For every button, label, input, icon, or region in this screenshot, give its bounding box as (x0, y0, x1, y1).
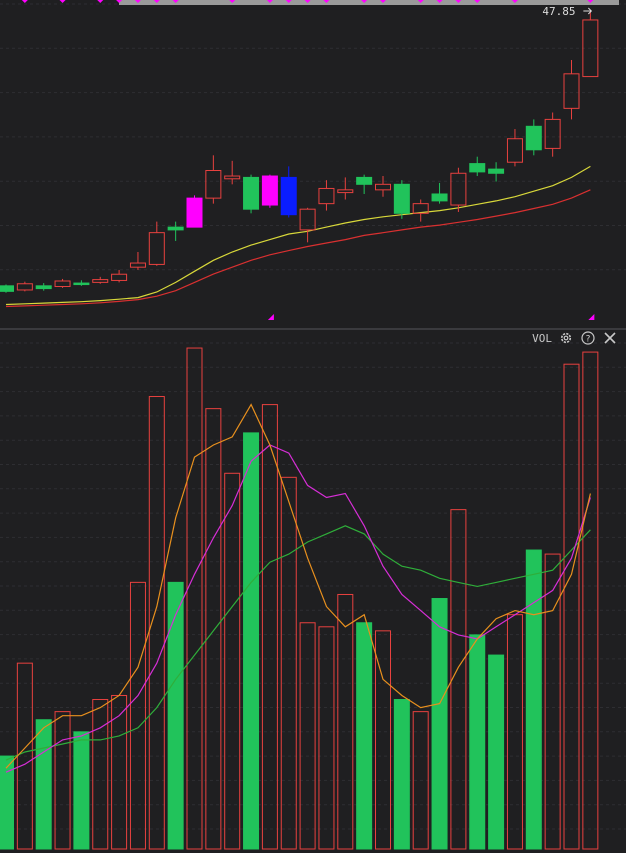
volume-bar (525, 549, 542, 850)
candle-body (92, 279, 109, 283)
candle-body (525, 125, 542, 151)
volume-bar (375, 630, 391, 850)
event-marker-icon (97, 0, 104, 3)
high-price-label: 47.85 (542, 5, 575, 18)
volume-bar (243, 432, 260, 850)
candle-body (205, 170, 222, 199)
candle-body (393, 183, 410, 214)
volume-bar (356, 622, 373, 850)
candle-body (356, 176, 373, 185)
candle-body (148, 232, 165, 265)
volume-bar (280, 476, 297, 850)
candle-body (73, 282, 90, 286)
volume-toolbar: VOL ? (532, 329, 618, 347)
volume-bar (73, 731, 90, 850)
event-marker-icon (267, 314, 274, 320)
volume-bar (337, 593, 354, 850)
candle-body (506, 138, 523, 163)
volume-bar (92, 699, 109, 850)
candle-body (431, 193, 448, 202)
candle-body (0, 285, 14, 292)
volume-bar (186, 347, 203, 850)
volume-bar (299, 622, 316, 850)
close-icon[interactable] (602, 330, 618, 346)
event-marker-icon (21, 0, 28, 3)
candle-body (243, 176, 260, 210)
candle-body (129, 262, 146, 268)
price-chart[interactable]: 28.34—28.79 47.85 (0, 0, 626, 328)
volume-chart[interactable] (0, 330, 626, 853)
volume-bar (393, 699, 410, 850)
ma-red-line (5, 189, 591, 308)
volume-bar (224, 472, 241, 850)
question-icon[interactable]: ? (580, 330, 596, 346)
candle-body (563, 73, 580, 109)
volume-bar (35, 719, 52, 850)
ma-yellow-line (5, 165, 591, 306)
candle-body (186, 197, 203, 228)
event-marker-icon (59, 0, 66, 3)
candle-body (16, 283, 33, 291)
volume-bar (318, 626, 335, 850)
range-label: 28.34—28.79 (130, 0, 203, 3)
volume-bar (450, 509, 467, 850)
volume-bar (506, 614, 523, 850)
candle-body (261, 175, 278, 206)
volume-bar (431, 598, 448, 850)
candle-body (318, 187, 335, 205)
candle-body (224, 175, 241, 180)
candle-body (544, 118, 561, 149)
event-marker-icon (588, 314, 595, 320)
volume-bar (488, 654, 505, 850)
indicator-name[interactable]: VOL (532, 332, 552, 345)
volume-bar (261, 404, 278, 850)
candle-body (167, 226, 184, 231)
candle-body (111, 273, 128, 281)
candle-body (280, 176, 297, 216)
volume-bar (563, 363, 580, 850)
gear-icon[interactable] (558, 330, 574, 346)
candle-body (35, 285, 52, 290)
candle-body (375, 183, 391, 191)
svg-text:?: ? (585, 335, 590, 345)
volume-bar (129, 581, 146, 850)
candle-body (488, 168, 505, 174)
candle-body (469, 163, 486, 173)
candle-body (450, 172, 467, 206)
volume-bar (205, 408, 222, 850)
volume-bar (469, 634, 486, 850)
volume-bar (582, 351, 599, 850)
candle-body (299, 208, 316, 231)
volume-bar (167, 581, 184, 850)
candle-body (337, 189, 354, 194)
candle-body (54, 280, 71, 288)
